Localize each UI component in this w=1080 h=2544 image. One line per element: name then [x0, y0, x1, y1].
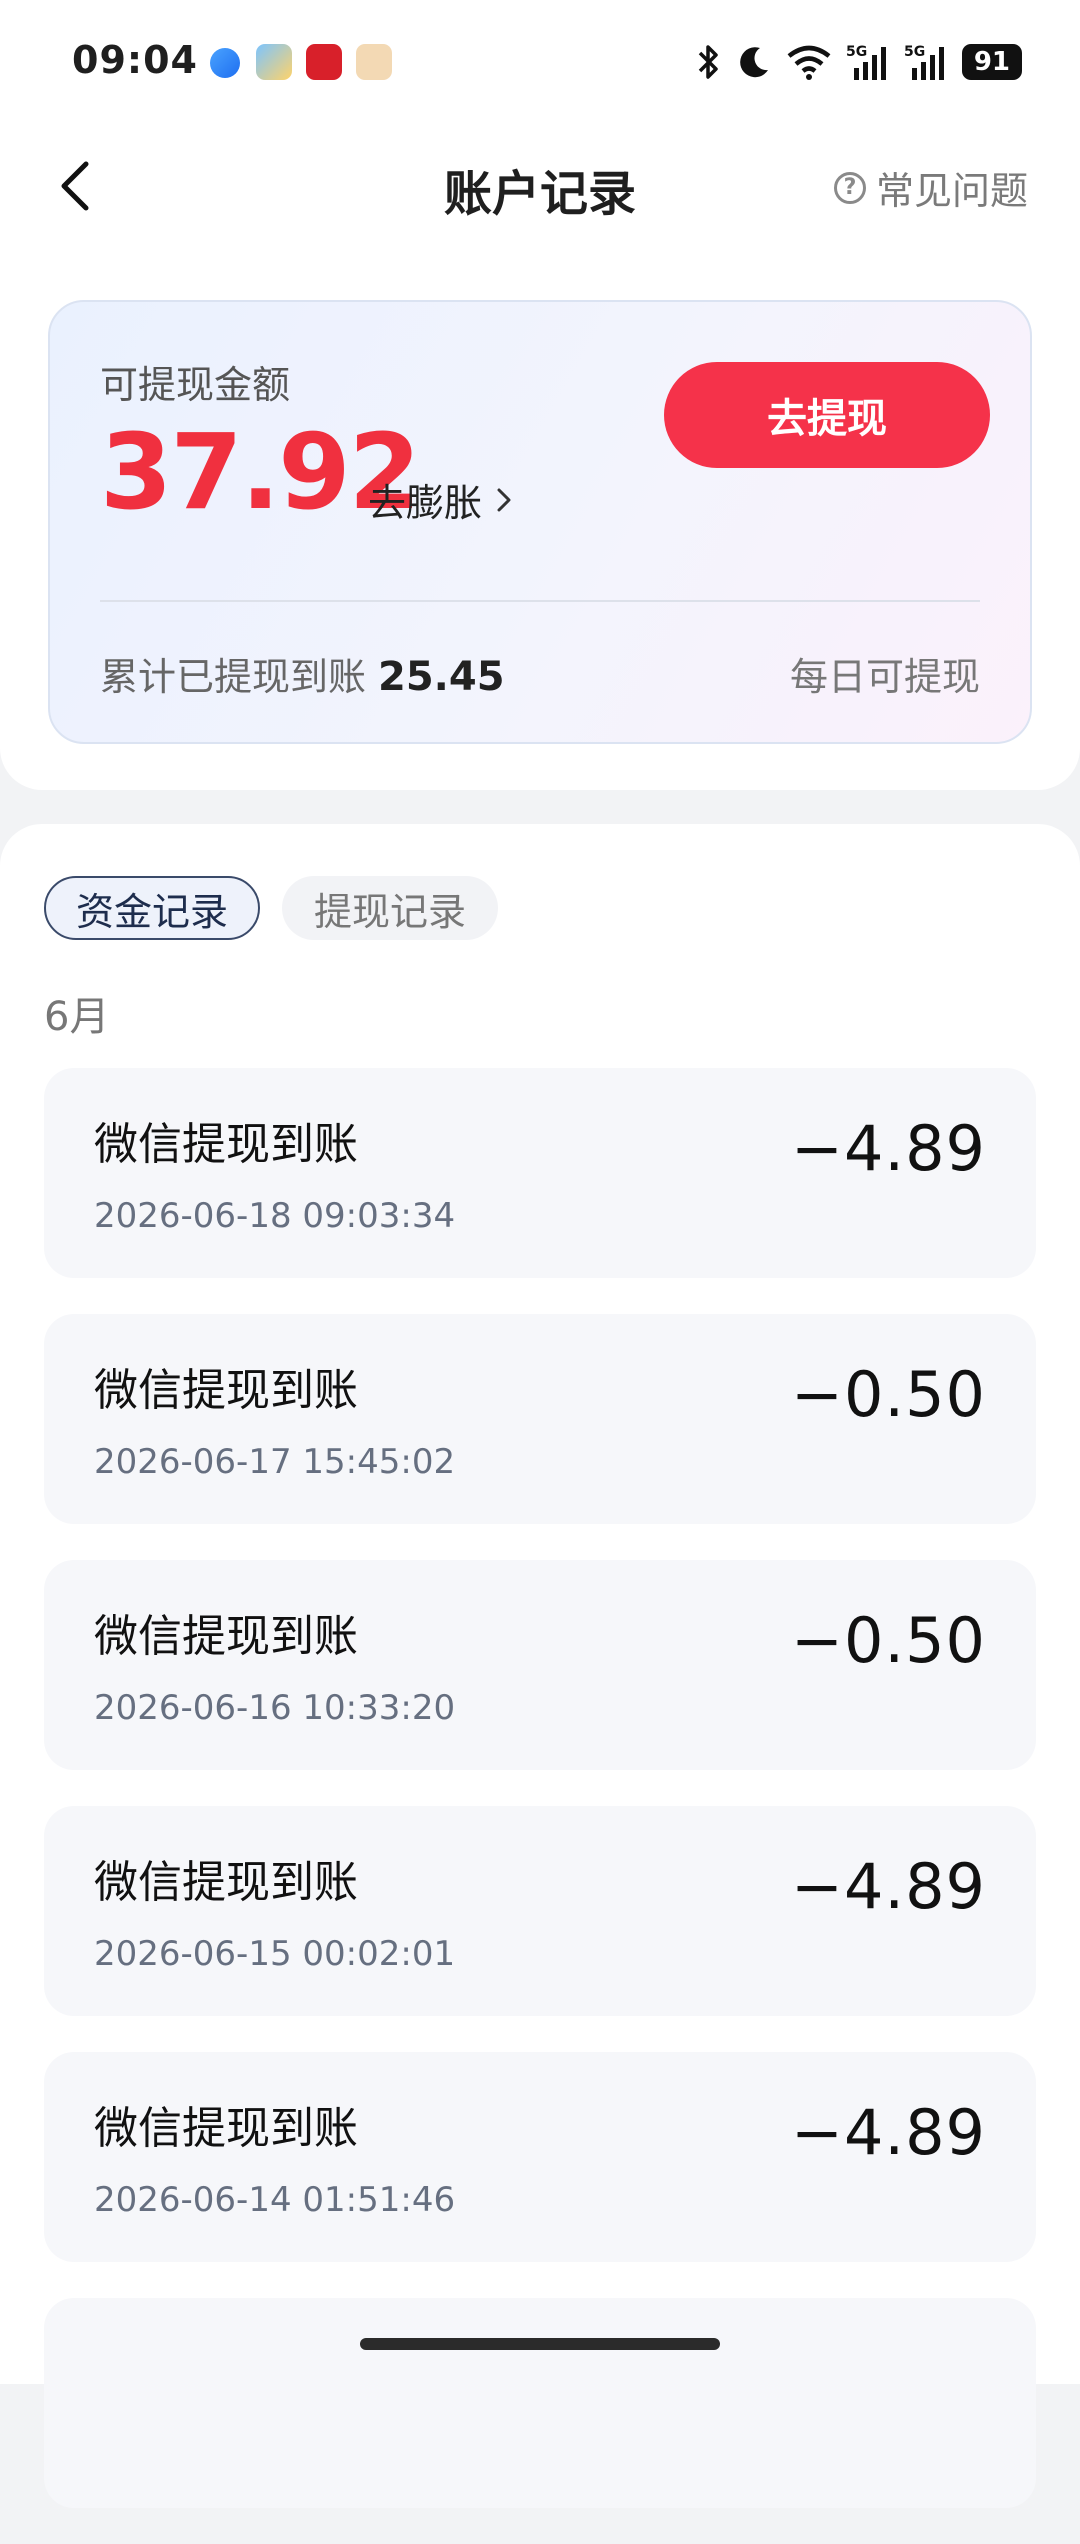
daily-withdraw-note: 每日可提现	[789, 655, 980, 699]
faq-link[interactable]: ? 常见问题	[833, 160, 1028, 215]
record-title: 微信提现到账	[94, 1365, 358, 1416]
weather-icon	[256, 44, 292, 80]
record-item-partial[interactable]	[44, 2298, 1036, 2508]
record-title: 微信提现到账	[94, 1119, 358, 1170]
signal-icon-1: 5G	[846, 44, 886, 80]
app-red-icon	[306, 44, 342, 80]
total-withdrawn-label: 累计已提现到账	[100, 655, 367, 699]
expand-link[interactable]: 去膨胀	[368, 472, 512, 527]
record-amount: −0.50	[791, 1358, 986, 1431]
chevron-right-icon	[497, 488, 511, 511]
status-icons: 5G 5G 91	[696, 40, 1022, 84]
total-withdrawn-value: 25.45	[378, 654, 505, 700]
card-divider	[100, 600, 980, 602]
home-indicator[interactable]	[360, 2338, 720, 2350]
record-tabs: 资金记录 提现记录	[44, 876, 499, 940]
battery-level: 91	[961, 44, 1022, 80]
record-item[interactable]: 微信提现到账 2026-06-15 00:02:01 −4.89	[44, 1806, 1036, 2016]
total-withdrawn: 累计已提现到账 25.45	[100, 646, 505, 701]
record-title: 微信提现到账	[94, 2103, 358, 2154]
record-amount: −0.50	[791, 1604, 986, 1677]
record-item[interactable]: 微信提现到账 2026-06-17 15:45:02 −0.50	[44, 1314, 1036, 1524]
records-panel: 资金记录 提现记录 6月 微信提现到账 2026-06-18 09:03:34 …	[0, 824, 1080, 2508]
record-time: 2026-06-18 09:03:34	[94, 1196, 456, 1236]
bluetooth-icon	[698, 45, 718, 79]
moon-icon	[739, 47, 768, 78]
question-icon: ?	[833, 171, 866, 204]
signal-icon-2: 5G	[904, 44, 944, 80]
record-list: 微信提现到账 2026-06-18 09:03:34 −4.89 微信提现到账 …	[44, 1068, 1036, 2544]
status-bar: 09:04 5G 5G 91	[0, 0, 1080, 120]
tab-withdraw-records[interactable]: 提现记录	[282, 876, 499, 940]
record-time: 2026-06-17 15:45:02	[94, 1442, 456, 1482]
wifi-icon	[787, 45, 831, 80]
record-time: 2026-06-15 00:02:01	[94, 1934, 456, 1974]
record-item[interactable]: 微信提现到账 2026-06-18 09:03:34 −4.89	[44, 1068, 1036, 1278]
app-notification-icon	[210, 48, 240, 78]
record-item[interactable]: 微信提现到账 2026-06-16 10:33:20 −0.50	[44, 1560, 1036, 1770]
status-time: 09:04	[72, 38, 198, 82]
svg-text:5G: 5G	[904, 44, 925, 60]
withdraw-button[interactable]: 去提现	[664, 362, 990, 468]
expand-link-label: 去膨胀	[368, 481, 483, 525]
app-cartoon-icon	[356, 44, 392, 80]
balance-label: 可提现金额	[100, 363, 291, 407]
record-title: 微信提现到账	[94, 1857, 358, 1908]
record-amount: −4.89	[791, 1850, 986, 1923]
record-amount: −4.89	[791, 1112, 986, 1185]
month-header: 6月	[44, 994, 110, 1040]
record-amount: −4.89	[791, 2096, 986, 2169]
nav-bar: 账户记录 ? 常见问题	[0, 120, 1080, 252]
svg-text:5G: 5G	[846, 44, 867, 60]
tab-fund-records[interactable]: 资金记录	[44, 876, 261, 940]
record-title: 微信提现到账	[94, 1611, 358, 1662]
record-time: 2026-06-16 10:33:20	[94, 1688, 456, 1728]
record-time: 2026-06-14 01:51:46	[94, 2180, 456, 2220]
balance-card: 可提现金额 37.92 去膨胀 去提现 累计已提现到账 25.45 每日可提现	[48, 300, 1032, 744]
record-item[interactable]: 微信提现到账 2026-06-14 01:51:46 −4.89	[44, 2052, 1036, 2262]
faq-label: 常见问题	[875, 169, 1028, 213]
